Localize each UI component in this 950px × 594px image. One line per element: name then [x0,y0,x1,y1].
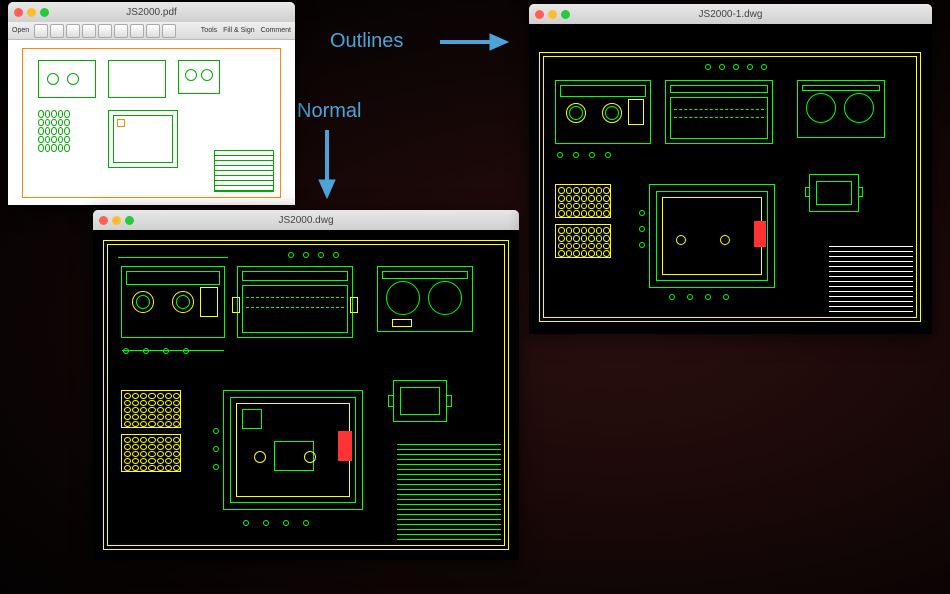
toolbar-button[interactable] [130,24,144,38]
pdf-toolbar: Open Tools Fill & Sign Comment [8,22,295,40]
hole-pattern [38,110,70,152]
callout-balloon [163,348,169,354]
traffic-lights [99,216,134,225]
callout-balloon [719,64,725,70]
dwg-normal-window[interactable]: JS2000.dwg [93,210,519,560]
cad-view [178,60,220,94]
dwg-titlebar[interactable]: JS2000-1.dwg [529,4,932,24]
toolbar-button[interactable] [114,24,128,38]
elevation-view [121,266,225,338]
hole-pattern-block [121,434,181,472]
plan-view [223,390,363,510]
parts-list [397,440,501,540]
minimize-icon[interactable] [548,10,557,19]
callout-balloon [213,446,219,452]
callout-balloon [573,152,579,158]
dwg-outlines-window[interactable]: JS2000-1.dwg [529,4,932,334]
callout-balloon [303,520,309,526]
title-block [214,150,274,192]
section-view [237,266,353,338]
normal-label: Normal [297,100,361,123]
callout-balloon [243,520,249,526]
callout-balloon [213,428,219,434]
arrow-outlines-icon [440,30,510,54]
zoom-icon[interactable] [125,216,134,225]
cad-plan-view [108,110,178,168]
pdf-canvas[interactable] [8,40,295,205]
callout-balloon [303,252,309,258]
comment-button[interactable]: Comment [261,27,291,34]
minimize-icon[interactable] [112,216,121,225]
traffic-lights [535,10,570,19]
tools-button[interactable]: Tools [201,27,217,34]
zoom-icon[interactable] [561,10,570,19]
callout-balloon [639,210,645,216]
callout-balloon [639,226,645,232]
cad-view [108,60,166,98]
callout-balloon [318,252,324,258]
parts-list [829,242,913,312]
dwg-titlebar[interactable]: JS2000.dwg [93,210,519,230]
fill-sign-button[interactable]: Fill & Sign [223,27,255,34]
callout-balloon [705,64,711,70]
toolbar-button[interactable] [50,24,64,38]
open-button[interactable]: Open [12,27,29,34]
traffic-lights [14,8,49,17]
callout-balloon [283,520,289,526]
arrow-normal-icon [315,130,339,200]
callout-balloon [143,348,149,354]
toolbar-button[interactable] [98,24,112,38]
callout-balloon [589,152,595,158]
minimize-icon[interactable] [27,8,36,17]
toolbar-button[interactable] [66,24,80,38]
callout-balloon [263,520,269,526]
callout-balloon [213,464,219,470]
callout-balloon [687,294,693,300]
toolbar-button[interactable] [146,24,160,38]
callout-balloon [557,152,563,158]
callout-balloon [761,64,767,70]
pdf-title: JS2000.pdf [126,7,177,18]
outlines-label: Outlines [330,30,403,53]
callout-balloon [605,152,611,158]
close-icon[interactable] [535,10,544,19]
callout-balloon [747,64,753,70]
dwg-title: JS2000.dwg [278,215,333,226]
callout-balloon [639,242,645,248]
end-view [797,80,885,138]
detail-view [393,380,447,422]
callout-balloon [669,294,675,300]
close-icon[interactable] [14,8,23,17]
plan-view [649,184,775,288]
callout-balloon [733,64,739,70]
section-view [665,80,773,144]
dwg-canvas[interactable] [529,24,932,334]
dwg-title: JS2000-1.dwg [699,9,763,20]
callout-balloon [288,252,294,258]
callout-balloon [705,294,711,300]
callout-balloon [183,348,189,354]
dwg-canvas[interactable] [93,230,519,560]
elevation-view [555,80,651,144]
close-icon[interactable] [99,216,108,225]
toolbar-button[interactable] [34,24,48,38]
pdf-titlebar[interactable]: JS2000.pdf [8,2,295,22]
callout-balloon [333,252,339,258]
end-view [377,266,473,332]
callout-balloon [123,348,129,354]
hole-pattern-block [121,390,181,428]
detail-view [809,174,859,212]
hole-pattern-block [555,224,611,258]
toolbar-button[interactable] [82,24,96,38]
toolbar-button[interactable] [162,24,176,38]
callout-balloon [723,294,729,300]
pdf-window[interactable]: JS2000.pdf Open Tools Fill & Sign Commen… [8,2,295,205]
zoom-icon[interactable] [40,8,49,17]
hole-pattern-block [555,184,611,218]
cad-view [38,60,96,98]
